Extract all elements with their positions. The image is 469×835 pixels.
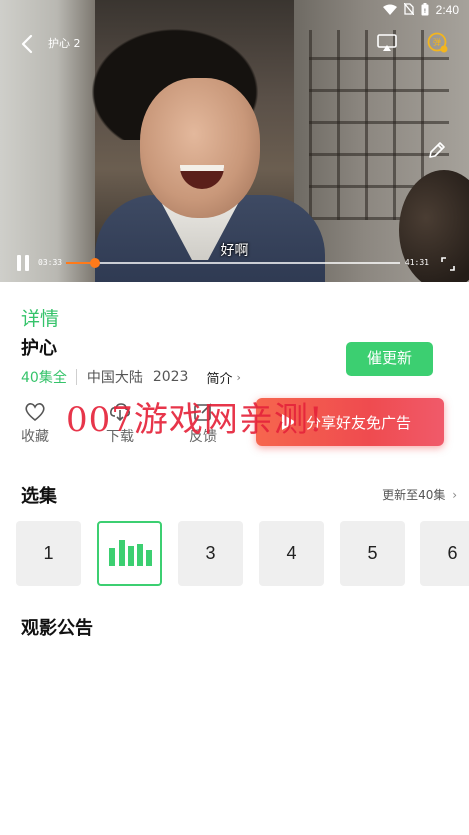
- now-playing-icon: [109, 540, 152, 566]
- feedback-icon: [194, 403, 212, 421]
- episode-item-playing[interactable]: [97, 521, 162, 586]
- notice-section-title: 观影公告: [21, 618, 93, 639]
- video-player[interactable]: ! 2:40 护心 2 弹 好啊 03:33 41:31: [0, 0, 469, 282]
- favorite-label: 收藏: [21, 429, 49, 445]
- share-no-ads-button[interactable]: 分享好友免广告: [256, 398, 444, 446]
- download-button[interactable]: 下载: [102, 402, 138, 446]
- show-title: 护心: [21, 338, 57, 359]
- svg-text:弹: 弹: [433, 37, 441, 47]
- danmaku-icon: 弹: [427, 32, 448, 53]
- meta-divider: [75, 369, 77, 385]
- pause-icon-bar-left: [17, 255, 21, 271]
- episode-item[interactable]: 3: [178, 521, 243, 586]
- update-text: 更新至40集: [382, 488, 446, 502]
- total-time: 41:31: [404, 258, 429, 267]
- download-label: 下载: [106, 429, 134, 445]
- back-icon: [21, 34, 33, 54]
- share-label: 分享好友免广告: [306, 414, 412, 432]
- episodes-section-title: 选集: [21, 486, 57, 507]
- status-time: 2:40: [435, 3, 459, 17]
- region-label: 中国大陆: [86, 370, 143, 386]
- chevron-right-icon: ›: [452, 488, 457, 502]
- pause-button[interactable]: [16, 255, 30, 271]
- feedback-button[interactable]: 反馈: [185, 402, 221, 446]
- battery-icon: !: [421, 2, 429, 18]
- wifi-icon: [382, 4, 397, 17]
- episode-item[interactable]: 1: [16, 521, 81, 586]
- episode-item[interactable]: 6: [420, 521, 469, 586]
- fullscreen-icon: [441, 257, 455, 271]
- edit-button[interactable]: [427, 140, 447, 160]
- svg-text:!: !: [423, 8, 425, 15]
- fullscreen-button[interactable]: [441, 256, 455, 271]
- episode-item[interactable]: 4: [259, 521, 324, 586]
- episodes-update-link[interactable]: 更新至40集 ›: [382, 486, 457, 503]
- edit-icon: [429, 142, 445, 158]
- current-time: 03:33: [38, 258, 63, 267]
- cast-button[interactable]: [377, 34, 397, 52]
- status-bar: ! 2:40: [382, 0, 459, 20]
- episode-list: 1 3 4 5 6: [16, 521, 469, 587]
- chevron-right-icon: ›: [236, 370, 241, 384]
- share-arrow-icon: [282, 414, 296, 430]
- download-icon: [110, 403, 130, 422]
- progress-thumb[interactable]: [90, 258, 101, 268]
- year-label: 2023: [152, 369, 189, 385]
- episode-item[interactable]: 5: [340, 521, 405, 586]
- tab-details[interactable]: 详情: [21, 304, 59, 331]
- progress-bar[interactable]: [66, 258, 400, 268]
- player-bottom-controls: 03:33 41:31: [0, 250, 469, 276]
- episode-count: 40集全: [21, 370, 67, 386]
- no-sim-icon: [403, 2, 415, 17]
- heart-icon: [25, 403, 45, 422]
- intro-link[interactable]: 简介: [206, 368, 232, 387]
- feedback-label: 反馈: [189, 429, 217, 445]
- show-meta: 40集全 中国大陆 2023 简介 ›: [21, 367, 241, 387]
- cast-icon: [377, 34, 397, 51]
- back-button[interactable]: [16, 32, 40, 56]
- favorite-button[interactable]: 收藏: [17, 402, 53, 446]
- request-update-button[interactable]: 催更新: [346, 342, 433, 376]
- pause-icon-bar-right: [25, 255, 29, 271]
- danmaku-button[interactable]: 弹: [427, 32, 449, 54]
- video-title: 护心 2: [48, 37, 81, 50]
- player-top-controls: 护心 2 弹: [0, 28, 469, 60]
- video-frame-figure-face: [140, 78, 260, 218]
